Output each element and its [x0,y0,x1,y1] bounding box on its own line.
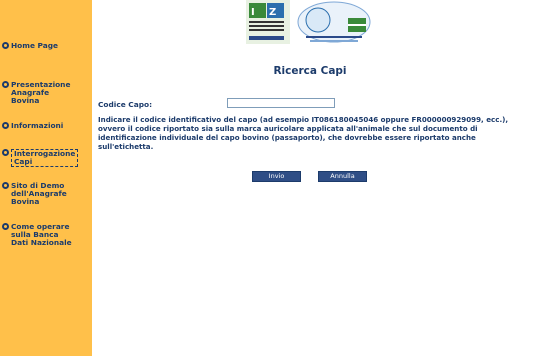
izs-logo: I Z [246,0,290,44]
sidebar-item-interrogazione-capi[interactable]: Interrogazione Capi [2,149,79,167]
sidebar-item-label: Presentazione Anagrafe Bovina [11,80,71,105]
header-logos: I Z [246,0,374,48]
bullet-icon [2,122,9,129]
svg-text:Z: Z [269,7,276,18]
bullet-icon [2,42,9,49]
bullet-icon [2,223,9,230]
invio-button[interactable]: Invio [252,171,301,182]
sidebar-item-home-page[interactable]: Home Page [2,42,58,50]
sidebar-item-label: Home Page [11,41,59,50]
sidebar: Home Page Presentazione Anagrafe Bovina … [0,0,92,356]
sidebar-item-sito-demo[interactable]: Sito di Demo dell'Anagrafe Bovina [2,182,67,206]
codice-capo-input[interactable] [227,98,335,108]
sidebar-item-label: Come operare sulla Banca Dati Nazionale [11,222,72,247]
codice-capo-label: Codice Capo: [98,100,153,109]
svg-text:I: I [251,7,255,18]
sidebar-item-come-operare[interactable]: Come operare sulla Banca Dati Nazionale [2,223,72,247]
sidebar-item-presentazione[interactable]: Presentazione Anagrafe Bovina [2,81,70,105]
sidebar-item-label: Informazioni [11,121,64,130]
sidebar-item-label: Interrogazione Capi [11,149,79,167]
page-title: Ricerca Capi [273,65,347,77]
help-text: Indicare il codice identificativo del ca… [98,115,509,151]
bullet-icon [2,149,9,156]
centro-referenza-logo [296,0,372,46]
annulla-button[interactable]: Annulla [318,171,367,182]
bullet-icon [2,182,9,189]
sidebar-item-informazioni[interactable]: Informazioni [2,122,63,130]
sidebar-item-label: Sito di Demo dell'Anagrafe Bovina [11,181,67,206]
bullet-icon [2,81,9,88]
